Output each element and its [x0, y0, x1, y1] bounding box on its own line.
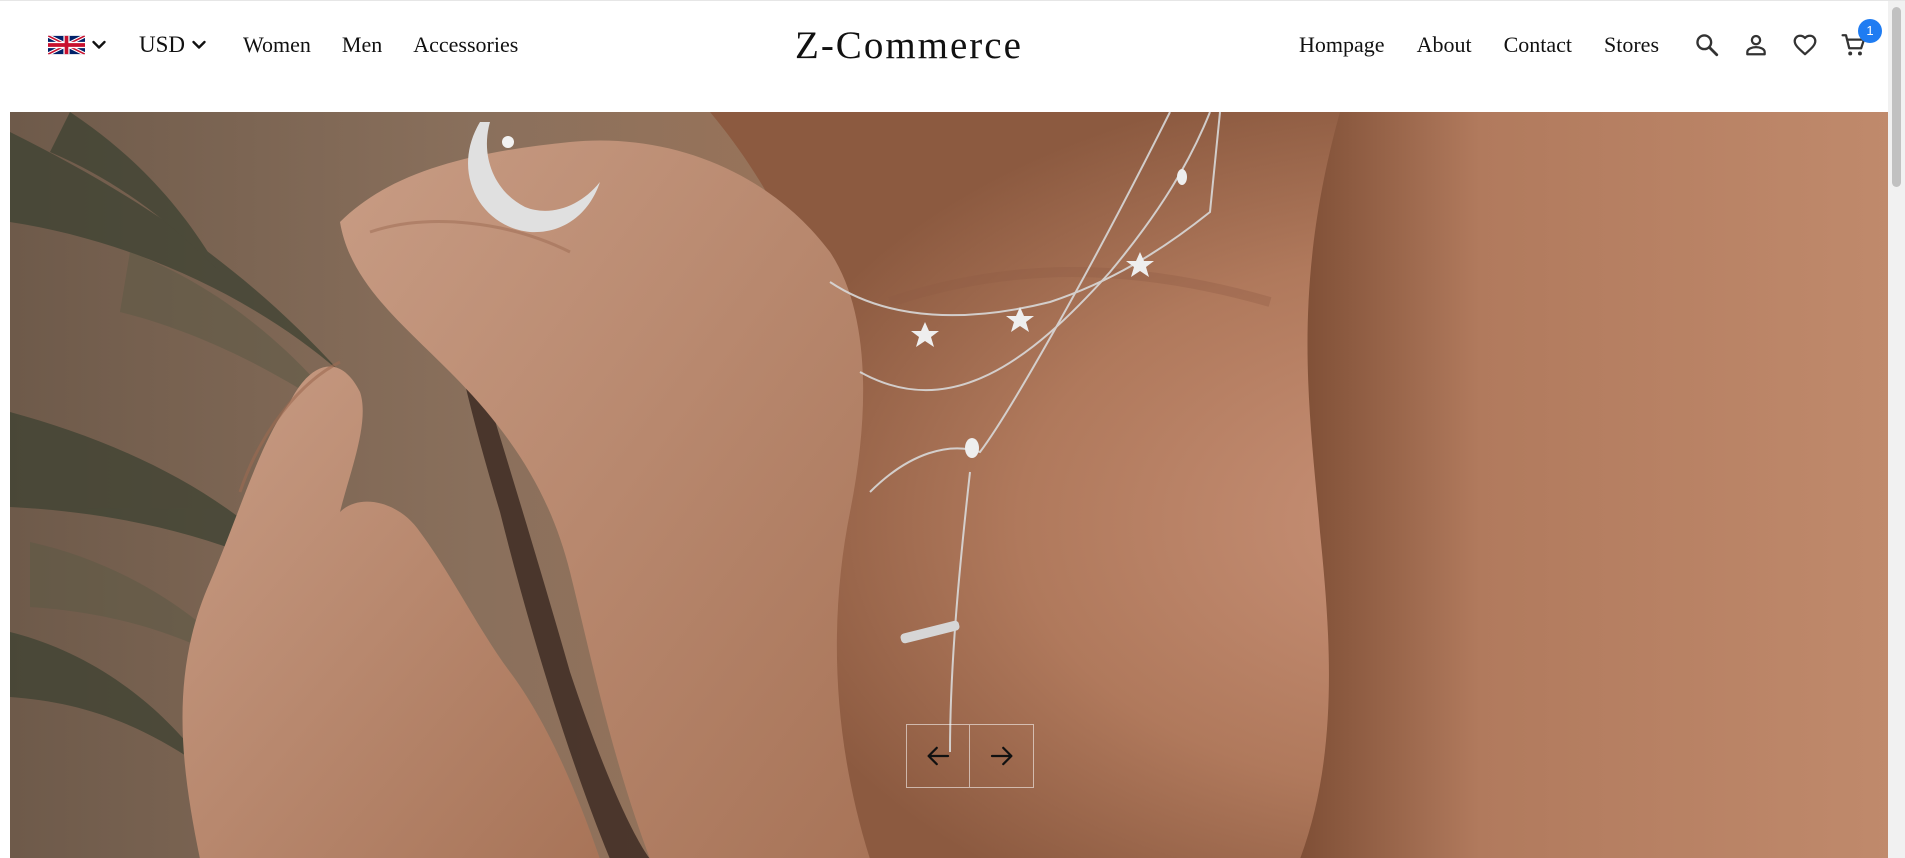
header-left: USD Women Men Accessories	[48, 29, 549, 61]
slider-controls	[906, 724, 1034, 788]
heart-icon	[1793, 34, 1817, 56]
slider-prev-button[interactable]	[906, 724, 970, 788]
uk-flag-icon	[48, 35, 85, 55]
cart-count-badge: 1	[1858, 19, 1882, 43]
search-icon	[1696, 34, 1719, 57]
header-right: Hompage About Contact Stores 1	[1299, 19, 1882, 61]
page: USD Women Men Accessories Z-Commerce Hom…	[0, 0, 1905, 858]
cart-button[interactable]: 1	[1840, 19, 1882, 59]
currency-label: USD	[139, 32, 186, 57]
brand-logo[interactable]: Z-Commerce	[795, 23, 1023, 68]
arrow-left-icon	[927, 746, 950, 766]
nav-link-women[interactable]: Women	[243, 32, 311, 58]
search-button[interactable]	[1693, 31, 1721, 59]
header-icons: 1	[1693, 19, 1882, 59]
nav-link-hompage[interactable]: Hompage	[1299, 32, 1385, 58]
hero-banner	[10, 112, 1898, 858]
nav-link-contact[interactable]: Contact	[1504, 32, 1572, 58]
site-header: USD Women Men Accessories Z-Commerce Hom…	[0, 1, 1888, 111]
nav-right: Hompage About Contact Stores	[1299, 32, 1691, 58]
page-scrollbar[interactable]	[1888, 1, 1905, 858]
slider-next-button[interactable]	[970, 724, 1034, 788]
language-selector[interactable]	[48, 33, 107, 57]
scrollbar-thumb[interactable]	[1892, 7, 1901, 187]
chevron-down-icon	[92, 40, 106, 49]
nav-left: Women Men Accessories	[243, 32, 549, 58]
currency-selector[interactable]: USD	[139, 32, 207, 58]
arrow-right-icon	[990, 746, 1012, 766]
account-button[interactable]	[1742, 31, 1770, 59]
nav-link-about[interactable]: About	[1417, 32, 1472, 58]
nav-link-stores[interactable]: Stores	[1604, 32, 1659, 58]
nav-link-men[interactable]: Men	[342, 32, 382, 58]
nav-link-accessories[interactable]: Accessories	[413, 32, 518, 58]
wishlist-button[interactable]	[1791, 31, 1819, 59]
chevron-down-icon	[192, 40, 206, 49]
user-icon	[1746, 34, 1766, 56]
